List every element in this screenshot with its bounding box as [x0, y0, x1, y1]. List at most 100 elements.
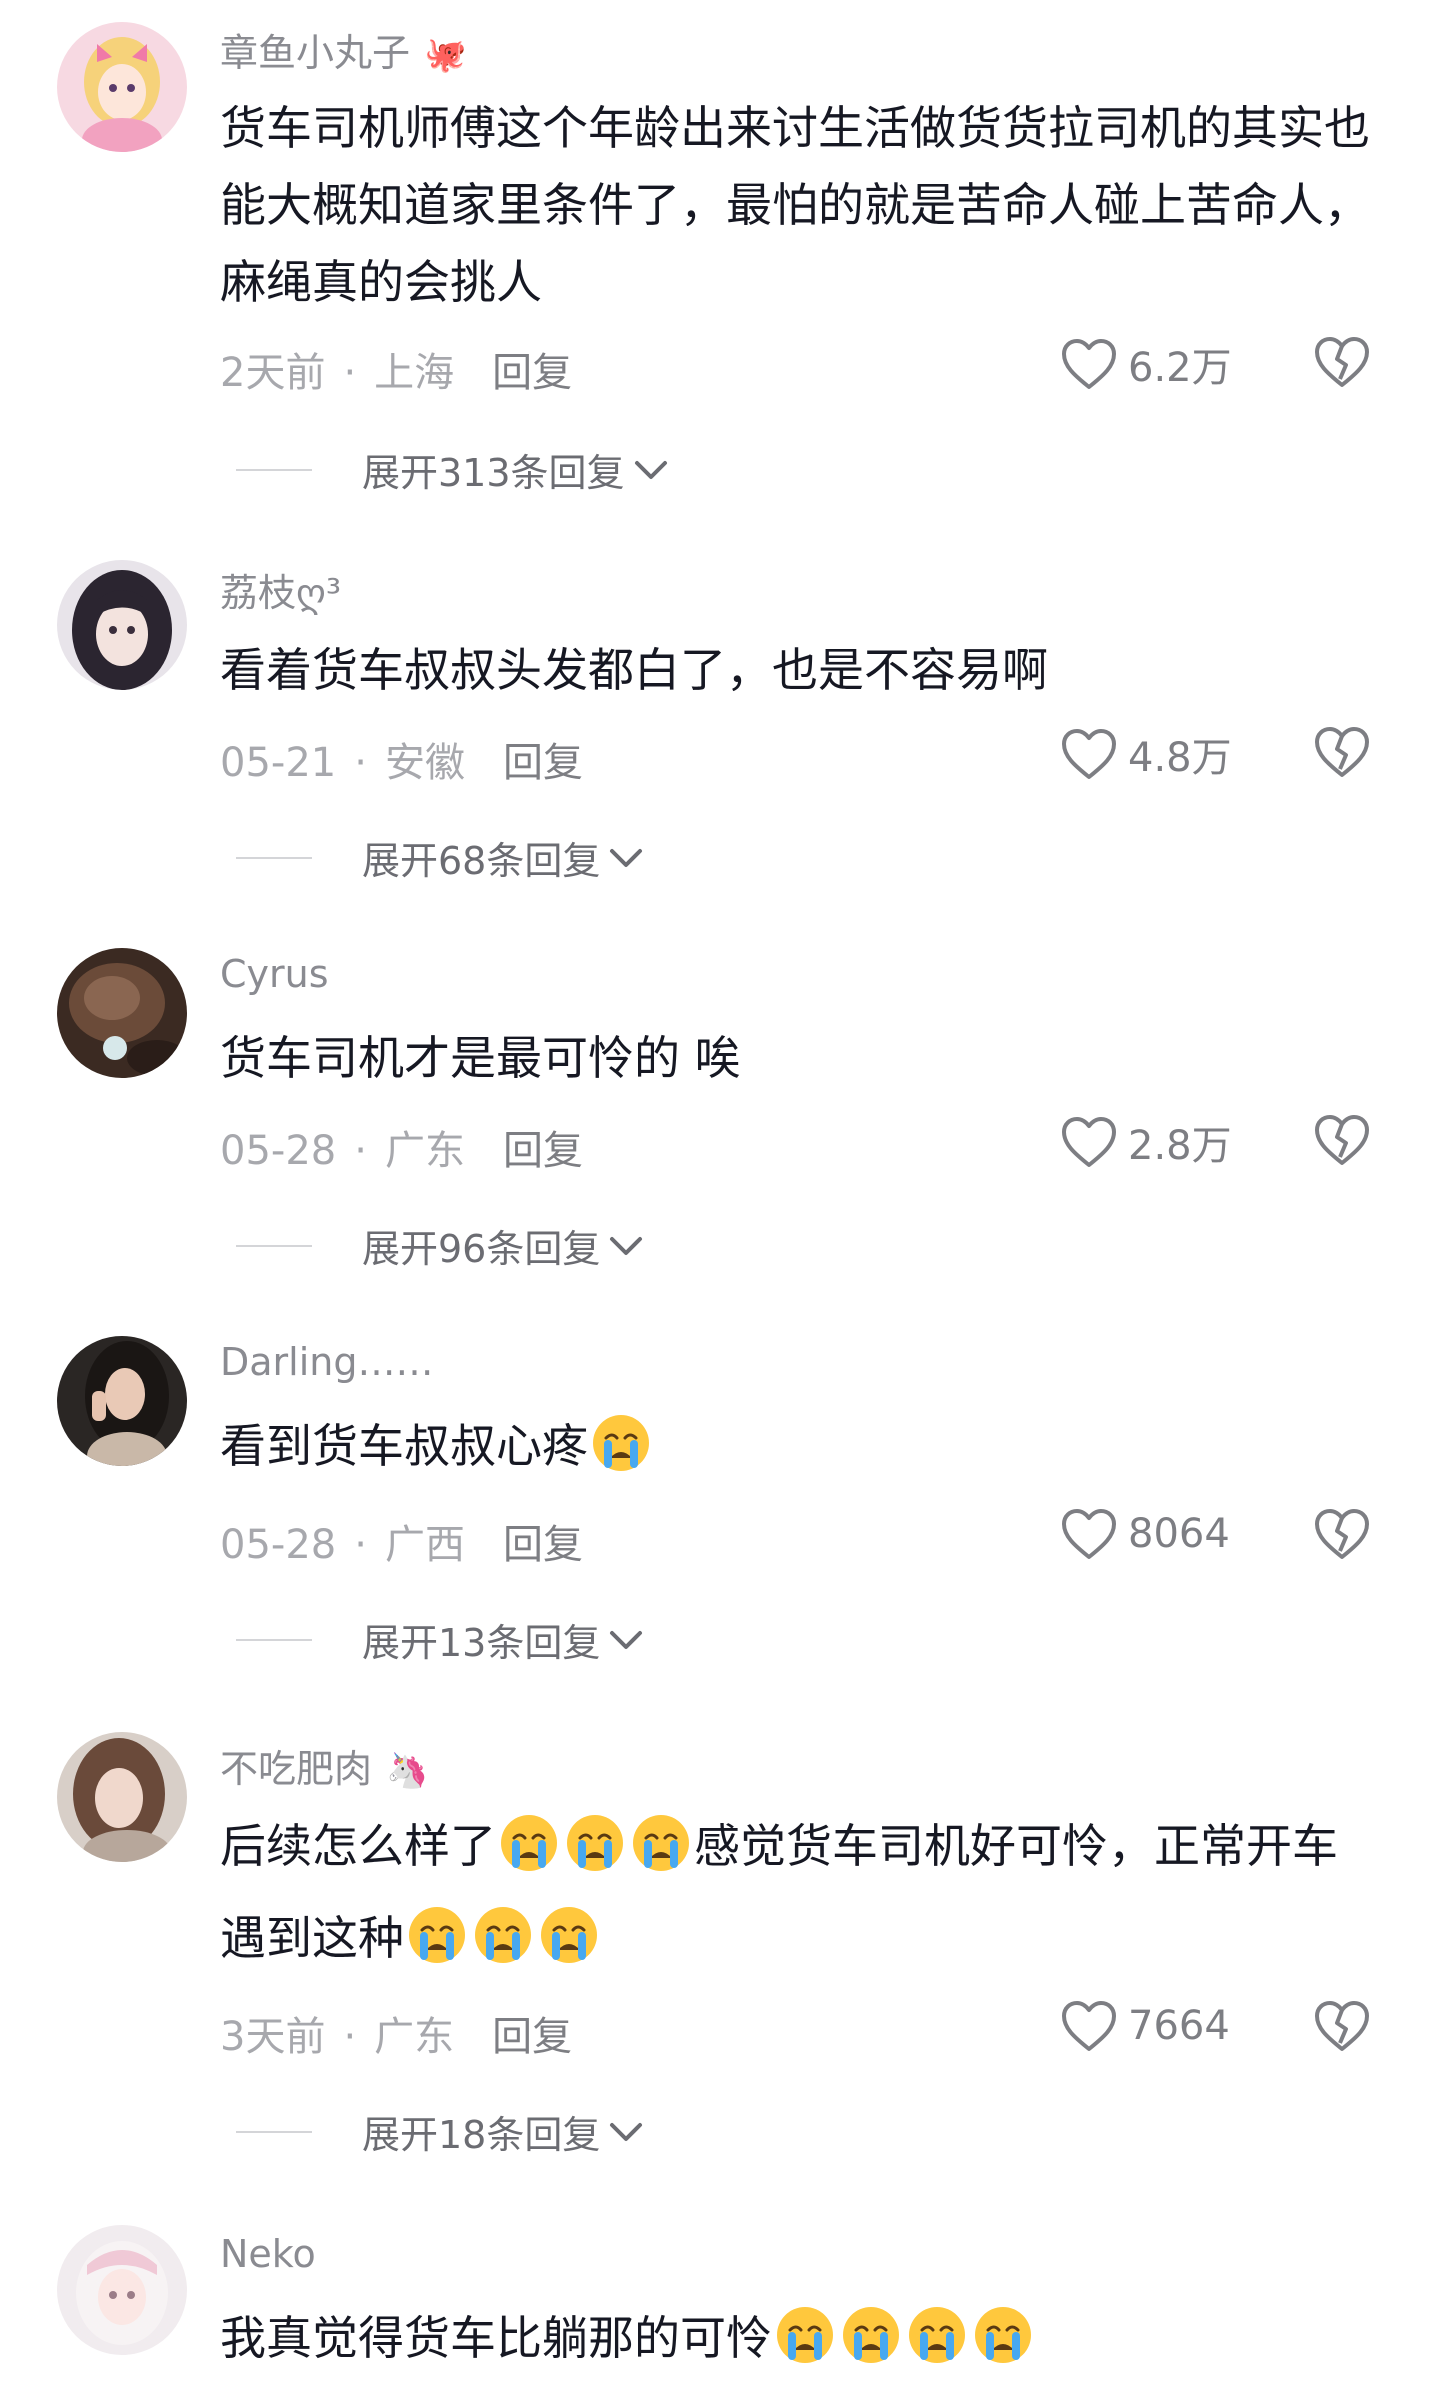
like-button[interactable]: 6.2万 — [1060, 335, 1232, 393]
comment-location: 广东 — [374, 2014, 455, 2060]
username[interactable]: Cyrus — [220, 952, 329, 996]
chevron-down-icon — [610, 1236, 643, 1255]
reply-button[interactable]: 回复 — [503, 1522, 583, 1568]
chevron-down-icon — [610, 2122, 643, 2141]
expand-replies-label: 展开96条回复 — [362, 1227, 601, 1271]
expand-replies-button[interactable]: 展开13条回复 — [236, 1612, 644, 1667]
divider-line — [236, 468, 312, 471]
separator-dot: · — [343, 2014, 357, 2060]
avatar[interactable] — [57, 1336, 187, 1466]
broken-heart-icon — [1315, 2001, 1369, 2051]
username-text: Darling…… — [220, 1340, 434, 1384]
loudly-crying-face-emoji — [774, 2304, 836, 2366]
like-count: 2.8万 — [1128, 1123, 1232, 1169]
avatar[interactable] — [57, 560, 187, 690]
comment-meta: 05-28 · 广东 回复 — [220, 1118, 583, 1176]
dislike-button[interactable] — [1313, 1999, 1371, 2057]
loudly-crying-face-emoji — [630, 1812, 692, 1874]
like-count: 8064 — [1128, 1511, 1230, 1557]
comment-text-content: 我真觉得货车比躺那的可怜 — [220, 2311, 772, 2365]
like-button[interactable]: 8064 — [1060, 1507, 1230, 1561]
comment-text: 看着货车叔叔头发都白了，也是不容易啊 — [220, 643, 1048, 697]
comment-text: 看到货车叔叔心疼 — [220, 1408, 1380, 1485]
divider-line — [236, 1638, 312, 1641]
username-text: Cyrus — [220, 952, 329, 996]
expand-replies-button[interactable]: 展开68条回复 — [236, 830, 644, 885]
like-button[interactable]: 2.8万 — [1060, 1113, 1232, 1171]
dislike-button[interactable] — [1313, 725, 1371, 783]
loudly-crying-face-emoji — [972, 2304, 1034, 2366]
expand-replies-button[interactable]: 展开313条回复 — [236, 442, 669, 497]
like-count: 6.2万 — [1128, 345, 1232, 391]
chevron-down-icon — [634, 460, 667, 479]
username-text: 荔枝ღ³ — [220, 571, 342, 615]
separator-dot: · — [343, 350, 357, 396]
broken-heart-icon — [1315, 1509, 1369, 1559]
reply-button[interactable]: 回复 — [492, 350, 572, 396]
username[interactable]: Darling…… — [220, 1340, 434, 1384]
comment-date: 3天前 — [220, 2014, 326, 2060]
reply-button[interactable]: 回复 — [492, 2014, 572, 2060]
heart-outline-icon — [1062, 1509, 1116, 1559]
loudly-crying-face-emoji — [906, 2304, 968, 2366]
loudly-crying-face-emoji — [840, 2304, 902, 2366]
separator-dot: · — [354, 1522, 367, 1568]
separator-dot: · — [354, 1128, 367, 1174]
broken-heart-icon — [1315, 337, 1369, 387]
username-text: Neko — [220, 2232, 316, 2276]
username[interactable]: Neko — [220, 2232, 316, 2276]
comment-text-content: 后续怎么样了 — [220, 1819, 496, 1873]
broken-heart-icon — [1315, 727, 1369, 777]
expand-replies-button[interactable]: 展开96条回复 — [236, 1218, 644, 1273]
avatar[interactable] — [57, 1732, 187, 1862]
avatar[interactable] — [57, 948, 187, 1078]
dislike-button[interactable] — [1313, 335, 1371, 393]
separator-dot: · — [354, 740, 367, 786]
like-button[interactable]: 4.8万 — [1060, 725, 1232, 783]
username-emoji: 🦄 — [386, 1751, 429, 1791]
divider-line — [236, 1244, 312, 1247]
heart-outline-icon — [1062, 2001, 1116, 2051]
dislike-button[interactable] — [1313, 1113, 1371, 1171]
reply-button[interactable]: 回复 — [503, 1128, 583, 1174]
like-count: 4.8万 — [1128, 735, 1232, 781]
divider-line — [236, 856, 312, 859]
comment-location: 广西 — [384, 1522, 465, 1568]
comment-text-content: 看到货车叔叔心疼 — [220, 1419, 588, 1473]
comment-location: 广东 — [384, 1128, 465, 1174]
divider-line — [236, 2130, 312, 2133]
expand-replies-button[interactable]: 展开18条回复 — [236, 2104, 644, 2159]
heart-outline-icon — [1062, 339, 1116, 389]
expand-replies-label: 展开313条回复 — [362, 451, 625, 495]
chevron-down-icon — [610, 1630, 643, 1649]
comment-meta: 05-28 · 广西 回复 — [220, 1512, 583, 1570]
reply-button[interactable]: 回复 — [503, 740, 583, 786]
comment-meta: 05-21 · 安徽 回复 — [220, 730, 583, 788]
like-button[interactable]: 7664 — [1060, 1999, 1230, 2053]
username[interactable]: 章鱼小丸子 🐙 — [220, 22, 466, 77]
username[interactable]: 荔枝ღ³ — [220, 562, 341, 617]
chevron-down-icon — [610, 848, 643, 867]
broken-heart-icon — [1315, 1115, 1369, 1165]
comment-meta: 3天前 · 广东 回复 — [220, 2004, 572, 2062]
comment-date: 2天前 — [220, 350, 326, 396]
dislike-button[interactable] — [1313, 1507, 1371, 1565]
expand-replies-label: 展开18条回复 — [362, 2113, 601, 2157]
avatar[interactable] — [57, 22, 187, 152]
heart-outline-icon — [1062, 1117, 1116, 1167]
loudly-crying-face-emoji — [564, 1812, 626, 1874]
loudly-crying-face-emoji — [590, 1412, 652, 1474]
expand-replies-label: 展开68条回复 — [362, 839, 601, 883]
username[interactable]: 不吃肥肉 🦄 — [220, 1738, 428, 1793]
username-text: 章鱼小丸子 — [220, 31, 411, 75]
comment-location: 安徽 — [384, 740, 465, 786]
username-text: 不吃肥肉 — [220, 1747, 373, 1791]
comment-text: 后续怎么样了 感觉货车司机好可怜，正常开车遇到这种 — [220, 1800, 1380, 1984]
comment-text: 货车司机才是最可怜的 唉 — [220, 1031, 741, 1085]
comment-location: 上海 — [374, 350, 455, 396]
bottom-fade-overlay — [1140, 2295, 1440, 2385]
comment-text: 货车司机师傅这个年龄出来讨生活做货货拉司机的其实也能大概知道家里条件了，最怕的就… — [220, 101, 1370, 309]
loudly-crying-face-emoji — [538, 1904, 600, 1966]
avatar[interactable] — [57, 2225, 187, 2355]
comment-meta: 2天前 · 上海 回复 — [220, 340, 572, 398]
